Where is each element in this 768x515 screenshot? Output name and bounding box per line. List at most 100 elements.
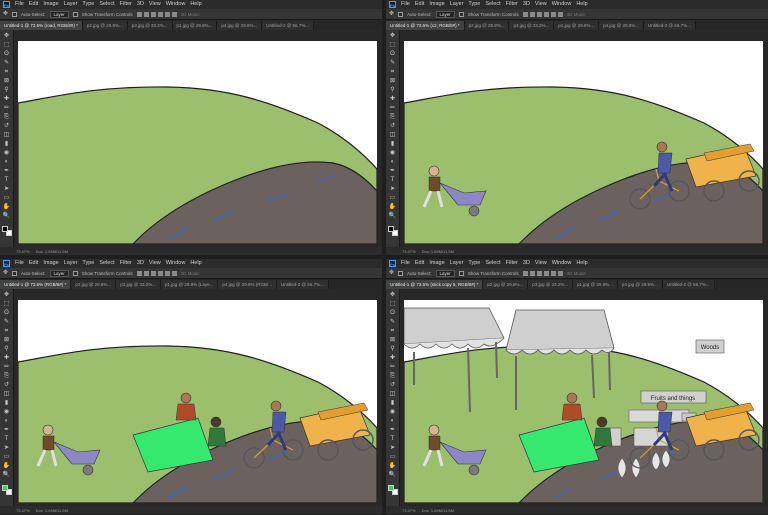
shape-tool-icon[interactable]: ▭ bbox=[3, 195, 11, 202]
auto-select-checkbox[interactable] bbox=[12, 270, 18, 276]
align-middle-icon[interactable] bbox=[164, 11, 170, 17]
align-right-icon[interactable] bbox=[150, 11, 156, 17]
menu-type[interactable]: Type bbox=[82, 0, 94, 9]
align-left-icon[interactable] bbox=[522, 11, 528, 17]
document-tab[interactable]: p3.jpg @ 33.2%... bbox=[116, 280, 162, 289]
align-bottom-icon[interactable] bbox=[171, 270, 177, 276]
marquee-tool-icon[interactable]: ⬚ bbox=[3, 42, 11, 49]
document-tab[interactable]: p3.jpg @ 33.2%... bbox=[127, 21, 173, 30]
foreground-color[interactable] bbox=[387, 226, 394, 232]
eraser-icon[interactable]: ◫ bbox=[389, 391, 397, 398]
quick-select-icon[interactable]: ✎ bbox=[3, 60, 11, 67]
history-brush-icon[interactable]: ↺ bbox=[3, 123, 11, 130]
zoom-level[interactable]: 73.47% bbox=[16, 508, 30, 513]
zoom-level[interactable]: 73.47% bbox=[402, 249, 416, 254]
quick-select-icon[interactable]: ✎ bbox=[3, 319, 11, 326]
menu-type[interactable]: Type bbox=[468, 259, 480, 268]
menu-type[interactable]: Type bbox=[82, 259, 94, 268]
blur-icon[interactable]: ◉ bbox=[389, 150, 397, 157]
path-select-icon[interactable]: ➤ bbox=[389, 445, 397, 452]
menu-3d[interactable]: 3D bbox=[523, 0, 530, 9]
document-tab[interactable]: p4.jpg @ 29.8% (RGB/... bbox=[218, 280, 277, 289]
align-top-icon[interactable] bbox=[157, 11, 163, 17]
lasso-tool-icon[interactable]: ʘ bbox=[389, 310, 397, 317]
document-tab[interactable]: Untitled-2 @ 66.7%... bbox=[276, 280, 329, 289]
color-swatches[interactable] bbox=[387, 226, 398, 236]
hand-tool-icon[interactable]: ✋ bbox=[3, 463, 11, 470]
frame-tool-icon[interactable]: ⊠ bbox=[389, 78, 397, 85]
frame-tool-icon[interactable]: ⊠ bbox=[3, 337, 11, 344]
document-tab[interactable]: Untitled-2 @ 66.7%... bbox=[643, 21, 696, 30]
menu-window[interactable]: Window bbox=[166, 0, 186, 9]
menu-window[interactable]: Window bbox=[166, 259, 186, 268]
pen-tool-icon[interactable]: ✒ bbox=[389, 427, 397, 434]
gradient-icon[interactable]: ▮ bbox=[3, 141, 11, 148]
document-tab[interactable]: Untitled-1 @ 73.5% (stick copy 5, RGB/8#… bbox=[386, 280, 484, 289]
document-canvas[interactable] bbox=[18, 41, 377, 244]
menu-layer[interactable]: Layer bbox=[450, 0, 464, 9]
align-left-icon[interactable] bbox=[136, 270, 142, 276]
menu-file[interactable]: File bbox=[401, 259, 410, 268]
dodge-icon[interactable]: ◐ bbox=[3, 418, 11, 425]
auto-select-target-dropdown[interactable]: Layer bbox=[49, 10, 69, 18]
eraser-icon[interactable]: ◫ bbox=[3, 132, 11, 139]
menu-help[interactable]: Help bbox=[190, 0, 201, 9]
document-tab[interactable]: Untitled-2 @ 66.7%... bbox=[662, 280, 715, 289]
marquee-tool-icon[interactable]: ⬚ bbox=[389, 42, 397, 49]
lasso-tool-icon[interactable]: ʘ bbox=[3, 310, 11, 317]
eyedropper-icon[interactable]: ⚲ bbox=[3, 346, 11, 353]
align-center-icon[interactable] bbox=[143, 270, 149, 276]
align-right-icon[interactable] bbox=[536, 270, 542, 276]
healing-brush-icon[interactable]: ✚ bbox=[389, 96, 397, 103]
marquee-tool-icon[interactable]: ⬚ bbox=[389, 301, 397, 308]
align-left-icon[interactable] bbox=[522, 270, 528, 276]
align-center-icon[interactable] bbox=[529, 270, 535, 276]
zoom-tool-icon[interactable]: 🔍 bbox=[3, 472, 11, 479]
gradient-icon[interactable]: ▮ bbox=[389, 400, 397, 407]
menu-filter[interactable]: Filter bbox=[506, 0, 518, 9]
document-tab[interactable]: p3.jpg @ 33.2%... bbox=[528, 280, 574, 289]
eraser-icon[interactable]: ◫ bbox=[389, 132, 397, 139]
lasso-tool-icon[interactable]: ʘ bbox=[389, 51, 397, 58]
healing-brush-icon[interactable]: ✚ bbox=[3, 355, 11, 362]
menu-select[interactable]: Select bbox=[485, 0, 500, 9]
hand-tool-icon[interactable]: ✋ bbox=[3, 204, 11, 211]
photoshop-logo[interactable]: Ps bbox=[389, 1, 396, 8]
menu-filter[interactable]: Filter bbox=[506, 259, 518, 268]
gradient-icon[interactable]: ▮ bbox=[3, 400, 11, 407]
menu-select[interactable]: Select bbox=[99, 0, 114, 9]
menu-view[interactable]: View bbox=[149, 259, 161, 268]
menu-layer[interactable]: Layer bbox=[450, 259, 464, 268]
document-tab[interactable]: Untitled-1 @ 73.5% (c2, RGB/8#) * bbox=[386, 21, 465, 30]
menu-help[interactable]: Help bbox=[576, 0, 587, 9]
shape-tool-icon[interactable]: ▭ bbox=[3, 454, 11, 461]
menu-image[interactable]: Image bbox=[429, 259, 444, 268]
align-middle-icon[interactable] bbox=[550, 270, 556, 276]
document-tab[interactable]: p1.jpg @ 29.8%... bbox=[554, 21, 600, 30]
gradient-icon[interactable]: ▮ bbox=[389, 141, 397, 148]
document-tab[interactable]: p3.jpg @ 33.2%... bbox=[509, 21, 555, 30]
menu-3d[interactable]: 3D bbox=[137, 0, 144, 9]
frame-tool-icon[interactable]: ⊠ bbox=[3, 78, 11, 85]
path-select-icon[interactable]: ➤ bbox=[3, 445, 11, 452]
foreground-color[interactable] bbox=[1, 485, 8, 491]
align-middle-icon[interactable] bbox=[164, 270, 170, 276]
dodge-icon[interactable]: ◐ bbox=[389, 159, 397, 166]
auto-select-target-dropdown[interactable]: Layer bbox=[49, 269, 69, 277]
crop-tool-icon[interactable]: ⌗ bbox=[3, 69, 11, 76]
align-left-icon[interactable] bbox=[136, 11, 142, 17]
foreground-color[interactable] bbox=[387, 485, 394, 491]
menu-image[interactable]: Image bbox=[429, 0, 444, 9]
menu-view[interactable]: View bbox=[535, 0, 547, 9]
menu-edit[interactable]: Edit bbox=[29, 0, 38, 9]
menu-file[interactable]: File bbox=[15, 259, 24, 268]
history-brush-icon[interactable]: ↺ bbox=[389, 123, 397, 130]
menu-type[interactable]: Type bbox=[468, 0, 480, 9]
align-top-icon[interactable] bbox=[543, 11, 549, 17]
menu-layer[interactable]: Layer bbox=[64, 259, 78, 268]
menu-select[interactable]: Select bbox=[485, 259, 500, 268]
healing-brush-icon[interactable]: ✚ bbox=[3, 96, 11, 103]
foreground-color[interactable] bbox=[1, 226, 8, 232]
document-tab[interactable]: p2.jpg @ 29.8%... bbox=[71, 280, 117, 289]
menu-filter[interactable]: Filter bbox=[120, 0, 132, 9]
